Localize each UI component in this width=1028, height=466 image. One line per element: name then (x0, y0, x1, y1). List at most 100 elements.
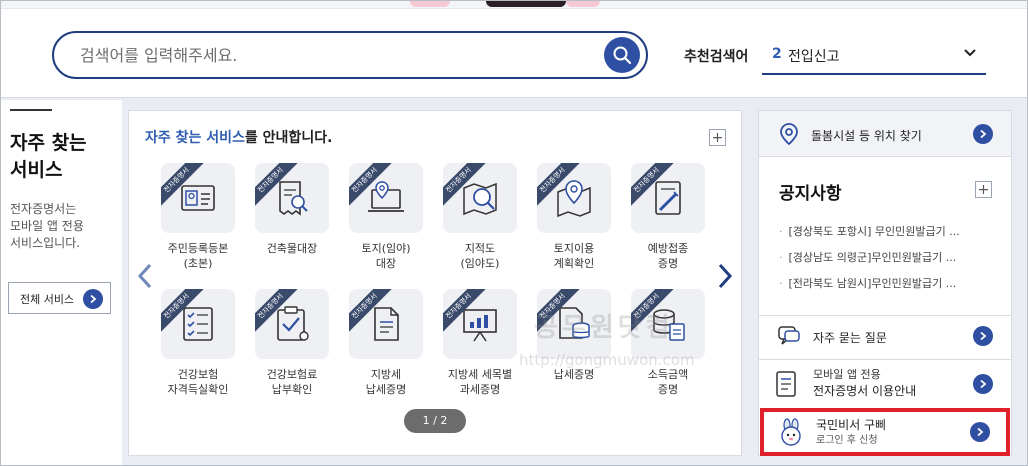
section-title-line: 자주 찾는 (10, 132, 87, 154)
notice-text: [경상북도 포항시] 무인민원발급기 ... (788, 225, 960, 238)
chevron-down-icon (964, 49, 976, 57)
search-button[interactable] (604, 37, 640, 73)
arrow-right-icon (973, 374, 993, 394)
notice-list: · [경상북도 포항시] 무인민원발급기 ... · [경상남도 의령군]무인민원발… (779, 219, 960, 297)
doc-database-icon (559, 307, 590, 339)
mobile-document-icon (776, 371, 796, 397)
all-services-button[interactable]: 전체 서비스 (8, 282, 111, 314)
service-tile[interactable]: 전자증명서토지(임야) 대장 (349, 163, 423, 271)
service-tile[interactable]: 전자증명서지적도 (임야도) (443, 163, 517, 271)
service-tile-label: 토지이용 계획확인 (553, 242, 595, 270)
document-icon (374, 307, 399, 341)
banner-decoration (566, 0, 600, 7)
notice-item[interactable]: · [경상북도 포항시] 무인민원발급기 ... (779, 219, 960, 245)
service-tile-card: 전자증명서 (443, 163, 517, 233)
service-tile-label: 건축물대장 (266, 242, 318, 255)
recommend-select[interactable]: 2 전입신고 (762, 39, 986, 75)
panel-title-accent: 자주 찾는 서비스 (145, 130, 245, 146)
service-tile[interactable]: 전자증명서토지이용 계획확인 (537, 163, 611, 271)
checklist-icon (183, 307, 213, 341)
service-tile[interactable]: 전자증명서건축물대장 (255, 163, 329, 256)
panel-title: 자주 찾는 서비스를 안내합니다. (145, 127, 332, 147)
gov-assistant-subtitle: 로그인 후 신청 (816, 435, 878, 446)
service-tile[interactable]: 전자증명서소득금액 증명 (631, 289, 705, 397)
notice-text: [경상남도 의령군]무인민원발급기 ... (788, 251, 957, 264)
mobile-cert-guide-link[interactable]: 모바일 앱 전용 전자증명서 이용안내 (759, 359, 1011, 407)
clipboard-check-icon (277, 306, 309, 341)
gov-assistant-title: 국민비서 구삐 (816, 418, 887, 432)
service-tile-card: 전자증명서 (161, 163, 235, 233)
service-tile-label: 주민등록등본 (초본) (167, 242, 229, 270)
faq-link[interactable]: 자주 묻는 질문 (759, 315, 1011, 355)
search-box (52, 31, 648, 79)
left-column: 자주 찾는 서비스 전자증명서는 모바일 앱 전용 서비스입니다. 전체 서비스 (0, 100, 122, 466)
description-line: 모바일 앱 전용 (10, 219, 84, 233)
service-tile-card: 전자증명서 (255, 289, 329, 359)
facility-locator-link[interactable]: 돌봄시설 등 위치 찾기 (759, 111, 1011, 157)
all-services-label: 전체 서비스 (20, 293, 75, 306)
service-tile-card: 전자증명서 (537, 163, 611, 233)
syringe-doc-icon (655, 181, 681, 215)
service-tile-card: 전자증명서 (537, 289, 611, 359)
description-line: 전자증명서는 (10, 202, 77, 216)
next-arrow-icon[interactable] (717, 263, 733, 289)
mobile-guide-line: 전자증명서 이용안내 (813, 384, 917, 398)
notice-item[interactable]: · [전라북도 남원시]무인민원발급기 ... (779, 271, 960, 297)
service-tile[interactable]: 전자증명서납세증명 (537, 289, 611, 382)
gov-assistant-text: 국민비서 구삐 로그인 후 신청 (816, 417, 886, 449)
notice-title: 공지사항 (779, 184, 842, 204)
service-tile[interactable]: 전자증명서 예방접종 증명 (631, 163, 705, 271)
laptop-location-icon (368, 181, 404, 212)
search-bar: 추천검색어 2 전입신고 (0, 8, 1028, 98)
service-tile-card: 전자증명서 (161, 289, 235, 359)
location-pin-icon (780, 123, 798, 146)
description-line: 서비스입니다. (10, 236, 81, 250)
service-tile[interactable]: 전자증명서주민등록등본 (초본) (161, 163, 235, 271)
arrow-right-icon (973, 326, 993, 346)
service-tile-card: 전자증명서 (349, 163, 423, 233)
recommend-term: 전입신고 (788, 49, 840, 65)
banner-decoration (486, 0, 566, 7)
service-tile[interactable]: 전자증명서지방세 세목별 과세증명 (443, 289, 517, 397)
service-tile-label: 지방세 세목별 과세증명 (447, 368, 513, 396)
frequent-services-panel: 자주 찾는 서비스를 안내합니다. + 전자증명서 주민등록등본 (초본) 전자증명… (128, 110, 742, 456)
facility-label: 돌봄시설 등 위치 찾기 (811, 129, 922, 143)
mobile-guide-text: 모바일 앱 전용 전자증명서 이용안내 (813, 367, 916, 399)
service-tile-card: 전자증명서 (443, 289, 517, 359)
page-indicator[interactable]: 1 / 2 (404, 409, 466, 433)
section-title-line: 서비스 (10, 159, 63, 181)
receipt-search-icon (279, 181, 308, 216)
section-title: 자주 찾는 서비스 (10, 130, 87, 184)
section-description: 전자증명서는 모바일 앱 전용 서비스입니다. (10, 201, 110, 252)
map-pin-icon (557, 180, 591, 218)
notice-item[interactable]: · [경상남도 의령군]무인민원발급기 ... (779, 245, 960, 271)
service-tile-label: 토지(임야) 대장 (361, 242, 411, 270)
service-tile-label: 지적도 (임야도) (460, 242, 500, 270)
banner-decoration (410, 0, 450, 7)
service-tile-label: 소득금액 증명 (647, 368, 689, 396)
service-tile-label: 납세증명 (553, 368, 595, 381)
service-tile-card: 전자증명서 (255, 163, 329, 233)
gov-assistant-link[interactable]: 국민비서 구삐 로그인 후 신청 (760, 408, 1010, 456)
map-search-icon (463, 182, 497, 216)
right-column: 돌봄시설 등 위치 찾기 공지사항 + · [경상북도 포항시] 무인민원발급기 … (758, 110, 1012, 456)
recommend-rank: 2 (772, 46, 782, 62)
search-icon (613, 46, 632, 65)
service-tile[interactable]: 전자증명서지방세 납세증명 (349, 289, 423, 397)
service-tile-label: 지방세 납세증명 (365, 368, 407, 396)
search-input[interactable] (80, 43, 580, 67)
recommend-label: 추천검색어 (684, 49, 749, 65)
service-tile-label: 건강보험 자격득실확인 (167, 368, 229, 396)
service-tile[interactable]: 전자증명서건강보험 자격득실확인 (161, 289, 235, 397)
chat-bubble-icon (778, 326, 800, 345)
arrow-right-icon (970, 422, 990, 442)
service-tile-card: 전자증명서 (631, 163, 705, 233)
service-tile[interactable]: 전자증명서 건강보험료 납부확인 (255, 289, 329, 397)
service-tile-card: 전자증명서 (631, 289, 705, 359)
mobile-guide-line: 모바일 앱 전용 (813, 368, 881, 381)
arrow-right-icon (973, 124, 993, 144)
id-card-icon (181, 185, 215, 211)
more-plus-button[interactable]: + (709, 129, 726, 146)
notice-more-button[interactable]: + (975, 181, 992, 198)
service-tile-card: 전자증명서 (349, 289, 423, 359)
